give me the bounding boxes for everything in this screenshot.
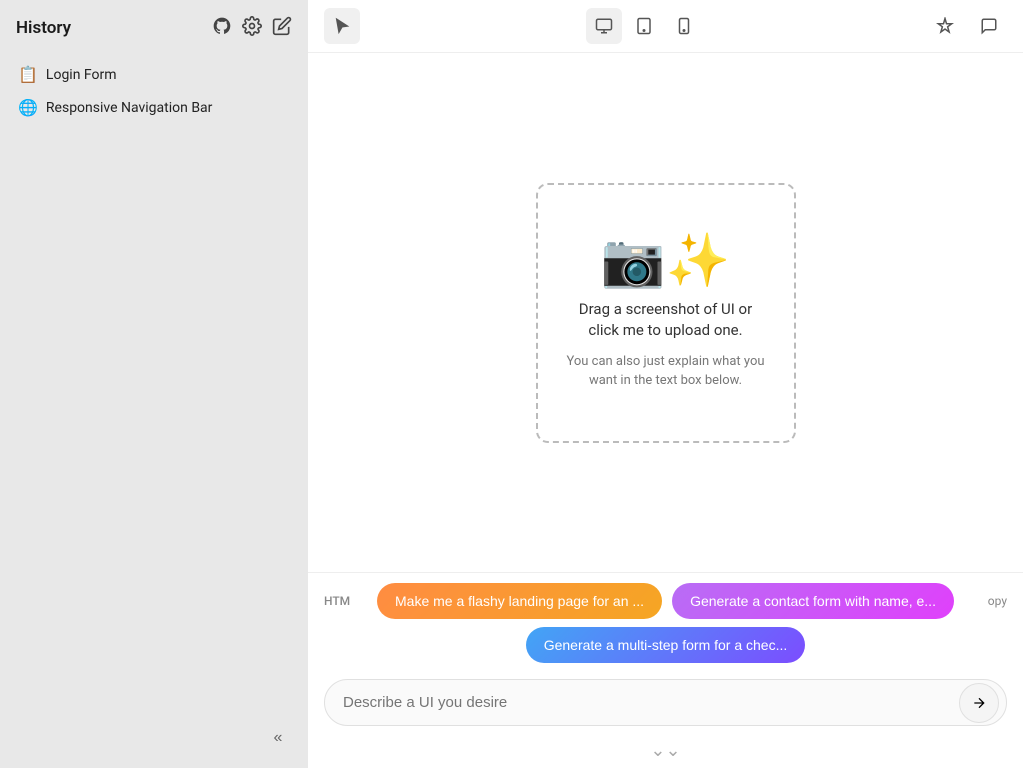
toolbar-right: [927, 8, 1007, 44]
toolbar-center: [586, 8, 702, 44]
sidebar-header: History: [0, 0, 308, 52]
tablet-icon: [635, 17, 653, 35]
upload-zone-subtitle: You can also just explain what youwant i…: [566, 353, 764, 389]
send-icon: [971, 695, 987, 711]
suggestion-multi-step-form[interactable]: Generate a multi-step form for a chec...: [526, 627, 806, 663]
camera-icon: 📷✨: [601, 235, 731, 287]
responsive-nav-icon: 🌐: [18, 98, 38, 117]
chat-icon: [980, 17, 998, 35]
chevron-down-icon: ⌄⌄: [650, 742, 680, 760]
suggestions-row-1: HTM Make me a flashy landing page for an…: [308, 573, 1023, 623]
suggestion-flashy-landing[interactable]: Make me a flashy landing page for an ...: [377, 583, 662, 619]
main-panel: 📷✨ Drag a screenshot of UI orclick me to…: [308, 0, 1023, 768]
chat-button[interactable]: [971, 8, 1007, 44]
toolbar: [308, 0, 1023, 53]
sidebar: History: [0, 0, 308, 768]
sparkle-button[interactable]: [927, 8, 963, 44]
mobile-view-button[interactable]: [666, 8, 702, 44]
mobile-icon: [675, 17, 693, 35]
suggestion-contact-form[interactable]: Generate a contact form with name, e...: [672, 583, 954, 619]
send-button[interactable]: [959, 683, 999, 723]
sidebar-item-login-form[interactable]: 📋 Login Form: [8, 58, 300, 91]
sidebar-item-responsive-nav[interactable]: 🌐 Responsive Navigation Bar: [8, 91, 300, 124]
new-chat-icon[interactable]: [272, 16, 292, 40]
github-icon[interactable]: [212, 16, 232, 40]
settings-icon[interactable]: [242, 16, 262, 40]
upload-zone[interactable]: 📷✨ Drag a screenshot of UI orclick me to…: [536, 183, 796, 443]
suggestions-row-2: Generate a multi-step form for a chec...: [308, 623, 1023, 671]
upload-zone-title: Drag a screenshot of UI orclick me to up…: [579, 299, 752, 341]
sidebar-header-icons: [212, 16, 292, 40]
sidebar-item-responsive-nav-label: Responsive Navigation Bar: [46, 100, 213, 116]
bottom-bar: HTM Make me a flashy landing page for an…: [308, 572, 1023, 768]
input-row: [308, 671, 1023, 738]
cursor-tool-button[interactable]: [324, 8, 360, 44]
desktop-view-button[interactable]: [586, 8, 622, 44]
toolbar-left: [324, 8, 360, 44]
html-label: HTM: [324, 594, 350, 608]
describe-ui-input[interactable]: [324, 679, 1007, 726]
input-wrapper: [324, 679, 1007, 726]
cursor-icon: [333, 17, 351, 35]
desktop-icon: [595, 17, 613, 35]
sidebar-title: History: [16, 18, 71, 38]
copy-label: opy: [988, 594, 1007, 608]
chevron-row: ⌄⌄: [308, 738, 1023, 768]
login-form-icon: 📋: [18, 65, 38, 84]
sidebar-item-login-form-label: Login Form: [46, 67, 117, 83]
preview-area: 📷✨ Drag a screenshot of UI orclick me to…: [308, 53, 1023, 572]
tablet-view-button[interactable]: [626, 8, 662, 44]
sidebar-collapse-button[interactable]: «: [264, 724, 292, 752]
sparkle-icon: [936, 17, 954, 35]
sidebar-items: 📋 Login Form 🌐 Responsive Navigation Bar: [0, 52, 308, 768]
